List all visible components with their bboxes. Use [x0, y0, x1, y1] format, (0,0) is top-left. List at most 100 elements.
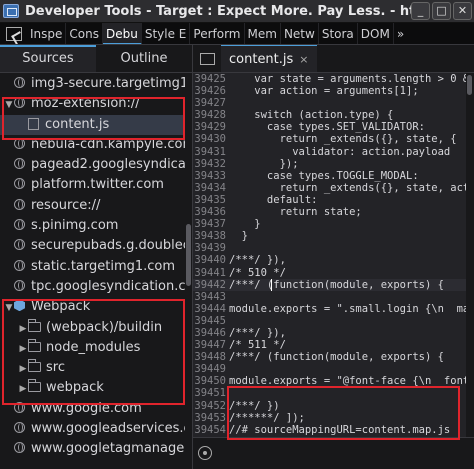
tree-item[interactable]: ▶ (webpack)/buildin: [0, 318, 185, 338]
maximize-button[interactable]: □: [432, 2, 451, 20]
expanded-arrow-icon[interactable]: ▼: [4, 95, 14, 114]
tab-performance[interactable]: Perform: [190, 23, 245, 44]
collapsed-arrow-icon[interactable]: ▶: [18, 359, 28, 378]
code-line[interactable]: 39440/***/ }),: [193, 254, 474, 266]
collapsed-arrow-icon[interactable]: ▶: [18, 339, 28, 358]
code-line[interactable]: 39429 case types.SET_VALIDATOR:: [193, 121, 474, 133]
code-line[interactable]: 39433 case types.TOGGLE_MODAL:: [193, 170, 474, 182]
code-line[interactable]: 39438 }: [193, 230, 474, 242]
code-line[interactable]: 39448/***/ (function(module, exports) {: [193, 351, 474, 363]
line-number[interactable]: 39438: [193, 230, 229, 242]
code-line[interactable]: 39439: [193, 242, 474, 254]
code-line[interactable]: 39435 default:: [193, 194, 474, 206]
sidebar-scrollbar-thumb[interactable]: [186, 224, 191, 286]
line-number[interactable]: 39430: [193, 133, 229, 145]
line-number[interactable]: 39446: [193, 327, 229, 339]
tree-item[interactable]: ▼ Webpack: [0, 297, 185, 317]
tree-item[interactable]: resource://: [0, 196, 185, 216]
tab-console[interactable]: Cons: [66, 23, 103, 44]
tree-item[interactable]: content.js: [0, 114, 185, 135]
tree-item[interactable]: ▶ webpack: [0, 378, 185, 398]
code-lines[interactable]: 39425 var state = arguments.length > 0 &…: [193, 73, 474, 437]
editor-tab-content-js[interactable]: content.js ×: [221, 45, 317, 72]
tree-item[interactable]: s.pinimg.com: [0, 216, 185, 236]
tree-item[interactable]: www.google.com: [0, 399, 185, 419]
tab-sources[interactable]: Sources: [0, 45, 96, 72]
line-number[interactable]: 39426: [193, 85, 229, 97]
line-number[interactable]: 39454: [193, 424, 229, 436]
collapsed-arrow-icon[interactable]: ▶: [18, 319, 28, 338]
line-number[interactable]: 39433: [193, 170, 229, 182]
line-number[interactable]: 39428: [193, 109, 229, 121]
more-tools-chevron-icon[interactable]: »: [394, 27, 407, 41]
tree-item[interactable]: nebula-cdn.kampyle.com: [0, 135, 185, 155]
code-line[interactable]: 39428 switch (action.type) {: [193, 109, 474, 121]
line-number[interactable]: 39425: [193, 73, 229, 85]
code-line[interactable]: 39425 var state = arguments.length > 0 &…: [193, 73, 474, 85]
line-number[interactable]: 39436: [193, 206, 229, 218]
line-number[interactable]: 39448: [193, 351, 229, 363]
line-number[interactable]: 39431: [193, 146, 229, 158]
close-tab-icon[interactable]: ×: [299, 53, 308, 66]
line-number[interactable]: 39432: [193, 158, 229, 170]
editor-scrollbar[interactable]: [466, 73, 474, 437]
code-line[interactable]: 39430 return _extends({}, state, {: [193, 133, 474, 145]
code-line[interactable]: 39450 module.exports = "@font-face {\n fo…: [193, 375, 474, 387]
tree-item[interactable]: tpc.googlesyndication.com: [0, 277, 185, 297]
tree-item[interactable]: img3-secure.targetimg1.com: [0, 74, 185, 94]
code-line[interactable]: 39436 return state;: [193, 206, 474, 218]
code-line[interactable]: 39449: [193, 363, 474, 375]
code-line[interactable]: 39427: [193, 97, 474, 109]
code-line[interactable]: 39441/* 510 */: [193, 267, 474, 279]
pretty-print-icon[interactable]: [198, 446, 212, 460]
line-number[interactable]: 39442: [193, 279, 229, 291]
tab-memory[interactable]: Mem: [245, 23, 281, 44]
tab-inspector[interactable]: Inspe: [27, 23, 67, 44]
toggle-sidebar-icon[interactable]: [193, 45, 221, 72]
line-number[interactable]: 39439: [193, 242, 229, 254]
element-picker-icon[interactable]: [6, 26, 22, 41]
line-number[interactable]: 39453: [193, 412, 229, 424]
tab-style-editor[interactable]: Style E: [142, 23, 191, 44]
code-line[interactable]: 39453/******/ ]);: [193, 412, 474, 424]
code-line[interactable]: 39446/***/ }),: [193, 327, 474, 339]
tree-item[interactable]: platform.twitter.com: [0, 175, 185, 195]
code-line[interactable]: 39431 validator: action.payload: [193, 146, 474, 158]
line-number[interactable]: 39447: [193, 339, 229, 351]
minimize-button[interactable]: _: [411, 2, 430, 20]
code-line[interactable]: 39432 });: [193, 158, 474, 170]
code-line[interactable]: 39447/* 511 */: [193, 339, 474, 351]
tree-item[interactable]: www.googletagmanager.com: [0, 439, 185, 459]
line-number[interactable]: 39445: [193, 315, 229, 327]
line-number[interactable]: 39449: [193, 363, 229, 375]
expanded-arrow-icon[interactable]: ▼: [4, 298, 14, 317]
line-number[interactable]: 39451: [193, 387, 229, 399]
code-line[interactable]: 39445: [193, 315, 474, 327]
sidebar-scrollbar[interactable]: [185, 74, 192, 469]
line-number[interactable]: 39452: [193, 400, 229, 412]
tab-outline[interactable]: Outline: [96, 45, 192, 72]
line-number[interactable]: 39429: [193, 121, 229, 133]
line-number[interactable]: 39427: [193, 97, 229, 109]
collapsed-arrow-icon[interactable]: ▶: [18, 379, 28, 398]
tab-storage[interactable]: Stora: [319, 23, 358, 44]
line-number[interactable]: 39437: [193, 218, 229, 230]
tab-debugger[interactable]: Debu: [102, 23, 142, 44]
line-number[interactable]: 39443: [193, 291, 229, 303]
line-number[interactable]: 39444: [193, 303, 229, 315]
line-number[interactable]: 39450: [193, 375, 229, 387]
tree-item[interactable]: www.googleadservices.com: [0, 419, 185, 439]
tree-item[interactable]: static.targetimg1.com: [0, 257, 185, 277]
tree-item[interactable]: ▶ src: [0, 358, 185, 378]
line-number[interactable]: 39435: [193, 194, 229, 206]
tab-network[interactable]: Netw: [281, 23, 319, 44]
tab-dom[interactable]: DOM: [358, 23, 394, 44]
tree-item[interactable]: securepubads.g.doubleclick.net: [0, 236, 185, 256]
code-line[interactable]: 39443: [193, 291, 474, 303]
code-line[interactable]: 39444 module.exports = ".small.login {\n …: [193, 303, 474, 315]
code-line[interactable]: 39437 }: [193, 218, 474, 230]
close-button[interactable]: ✕: [453, 2, 472, 20]
line-number[interactable]: 39441: [193, 267, 229, 279]
code-line[interactable]: 39442/***/ (function(module, exports) {: [193, 278, 474, 291]
tree-item[interactable]: ▼ moz-extension://: [0, 94, 185, 114]
